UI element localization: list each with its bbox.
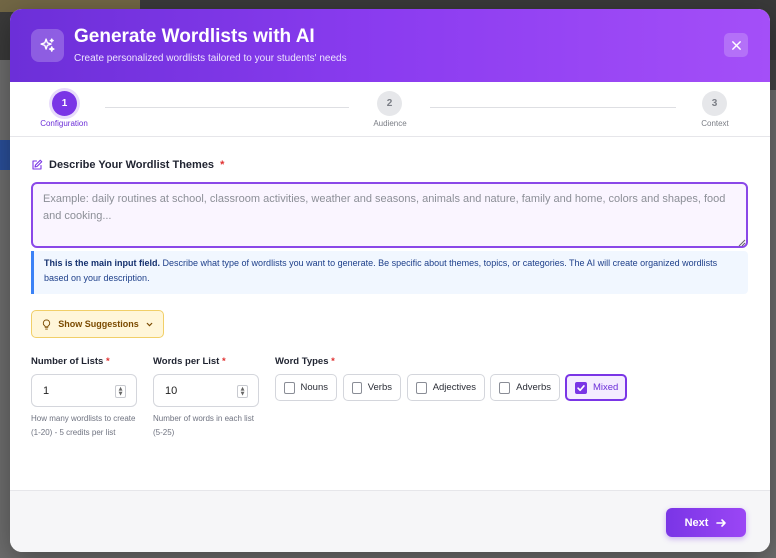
themes-label-text: Describe Your Wordlist Themes	[49, 159, 215, 171]
step-3-label: Context	[701, 119, 729, 128]
num-lists-label-text: Number of Lists	[31, 356, 104, 367]
words-per-list-label: Words per List *	[153, 356, 226, 367]
required-mark: *	[221, 356, 226, 367]
close-button[interactable]	[724, 33, 748, 57]
word-type-nouns[interactable]: Nouns	[275, 374, 337, 401]
checkbox[interactable]	[352, 381, 362, 394]
sparkles-icon	[31, 29, 64, 62]
word-type-nouns-label: Nouns	[300, 382, 328, 393]
checkbox-checked[interactable]	[575, 381, 587, 394]
num-lists-value: 1	[43, 385, 50, 397]
words-per-list-help: Number of words in each list (5-25)	[153, 414, 254, 437]
info-box: This is the main input field. Describe w…	[31, 251, 748, 294]
word-type-verbs-label: Verbs	[367, 382, 392, 393]
next-button-label: Next	[684, 516, 709, 529]
step-2-label: Audience	[373, 119, 407, 128]
word-type-mixed-label: Mixed	[593, 382, 619, 393]
modal-footer: Next	[10, 490, 770, 552]
resize-handle-icon[interactable]	[737, 238, 746, 247]
themes-label: Describe Your Wordlist Themes *	[31, 159, 224, 171]
word-type-mixed[interactable]: Mixed	[565, 374, 627, 401]
edit-icon	[32, 159, 43, 170]
words-per-list-stepper[interactable]: ▲ ▼	[237, 385, 248, 398]
word-types-label: Word Types *	[275, 356, 335, 367]
modal-header: Generate Wordlists with AI Create person…	[10, 9, 770, 82]
checkbox[interactable]	[499, 381, 511, 394]
close-icon	[731, 40, 741, 50]
num-lists-help: How many wordlists to create (1-20) - 5 …	[31, 414, 136, 437]
required-mark: *	[105, 356, 110, 367]
stepper: 1 Configuration 2 Audience 3 Context	[10, 82, 770, 137]
stepper-connector	[105, 107, 349, 108]
word-type-verbs[interactable]: Verbs	[343, 374, 401, 401]
generate-wordlists-modal: Generate Wordlists with AI Create person…	[10, 9, 770, 552]
word-type-adjectives[interactable]: Adjectives	[407, 374, 485, 401]
num-lists-input[interactable]: 1 ▲ ▼	[31, 374, 137, 407]
word-types-label-text: Word Types	[275, 356, 329, 367]
num-lists-label: Number of Lists *	[31, 356, 110, 367]
stepper-connector	[430, 107, 676, 108]
show-suggestions-button[interactable]: Show Suggestions	[31, 310, 164, 338]
checkbox[interactable]	[416, 381, 427, 394]
arrow-right-icon	[716, 518, 727, 527]
step-3-circle[interactable]: 3	[702, 91, 727, 116]
word-type-adjectives-label: Adjectives	[432, 382, 476, 393]
words-per-list-input[interactable]: 10 ▲ ▼	[153, 374, 259, 407]
next-button[interactable]: Next	[666, 508, 746, 537]
show-suggestions-label: Show Suggestions	[58, 319, 139, 329]
lightbulb-icon	[43, 318, 51, 330]
info-bold-text: This is the main input field.	[44, 258, 161, 268]
words-per-list-value: 10	[165, 385, 178, 397]
background-sidebar-accent	[0, 140, 10, 170]
step-1-circle[interactable]: 1	[52, 91, 77, 116]
required-mark: *	[220, 159, 225, 171]
themes-textarea[interactable]	[31, 182, 748, 248]
word-type-adverbs-label: Adverbs	[516, 382, 551, 393]
checkbox[interactable]	[284, 381, 295, 394]
modal-title: Generate Wordlists with AI	[74, 26, 315, 47]
check-icon	[577, 384, 585, 391]
chevron-down-icon	[146, 322, 153, 326]
word-type-adverbs[interactable]: Adverbs	[490, 374, 560, 401]
required-mark: *	[331, 356, 335, 367]
step-2-circle[interactable]: 2	[377, 91, 402, 116]
num-lists-stepper[interactable]: ▲ ▼	[115, 385, 126, 398]
step-1-label: Configuration	[40, 119, 88, 128]
words-per-list-label-text: Words per List	[153, 356, 220, 367]
modal-subtitle: Create personalized wordlists tailored t…	[74, 53, 347, 64]
